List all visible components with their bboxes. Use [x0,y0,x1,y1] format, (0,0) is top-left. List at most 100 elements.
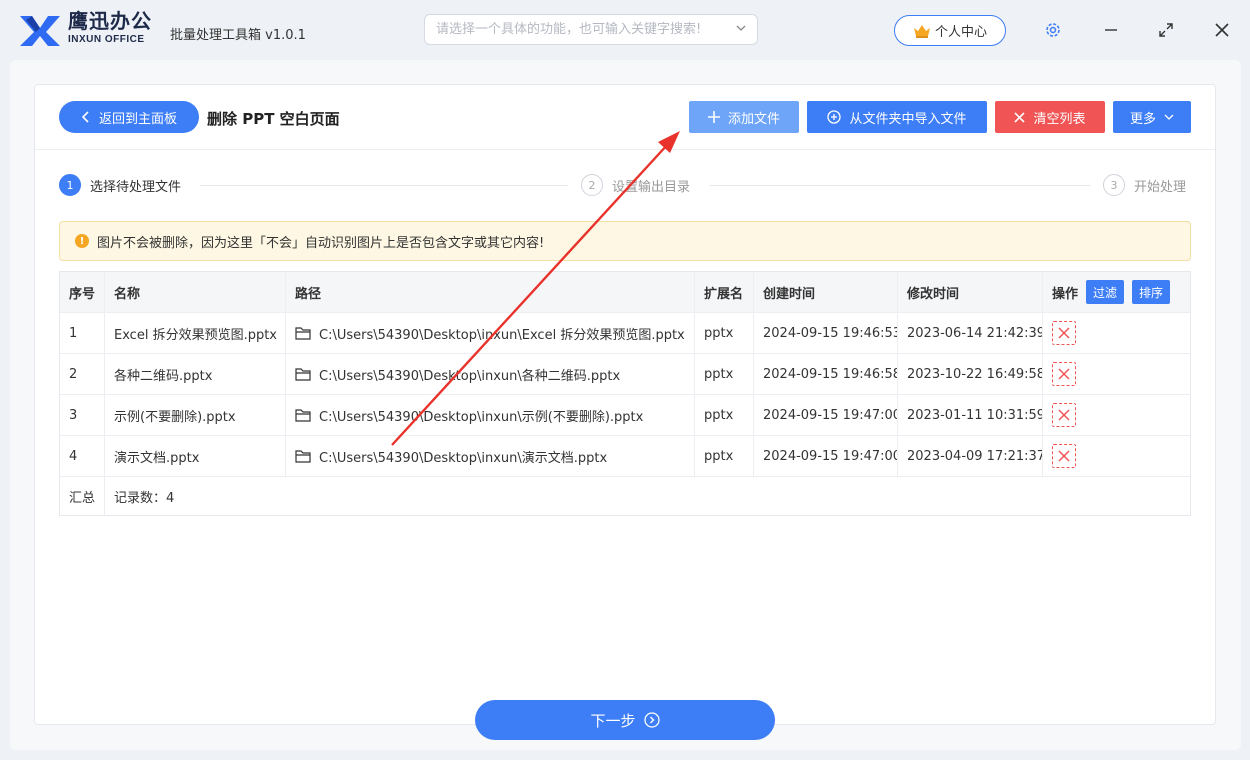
close-icon [1058,409,1070,421]
row-actions [1043,436,1190,476]
header-index: 序号 [60,272,105,312]
header-ext: 扩展名 [695,272,754,312]
row-path[interactable]: C:\Users\54390\Desktop\inxun\演示文档.pptx [286,436,695,476]
row-index: 2 [60,354,105,394]
more-label: 更多 [1129,111,1156,127]
arrow-right-circle-icon [643,712,660,728]
user-center-label: 个人中心 [934,25,987,40]
row-index: 1 [60,313,105,353]
row-created: 2024-09-15 19:46:53 [754,313,898,353]
header-name: 名称 [105,272,286,312]
chevron-left-icon [81,111,89,123]
step-connector [200,185,568,186]
row-path[interactable]: C:\Users\54390\Desktop\inxun\各种二维码.pptx [286,354,695,394]
search-box[interactable] [424,14,758,45]
delete-row-button[interactable] [1052,362,1076,386]
table-summary-row: 汇总 记录数：4 [60,477,1190,515]
row-modified: 2023-04-09 17:21:37 [898,436,1043,476]
folder-icon[interactable] [295,449,311,463]
header-path: 路径 [286,272,695,312]
row-ext: pptx [695,436,754,476]
table-header: 序号 名称 路径 扩展名 创建时间 修改时间 操作 过滤 排序 [60,272,1190,313]
back-to-main-button[interactable]: 返回到主面板 [59,101,199,133]
row-path-text: C:\Users\54390\Desktop\inxun\Excel 拆分效果预… [319,327,685,343]
header-modified: 修改时间 [898,272,1043,312]
close-icon [1058,327,1070,339]
row-path-text: C:\Users\54390\Desktop\inxun\各种二维码.pptx [319,368,621,384]
step-number: 2 [581,174,603,196]
row-modified: 2023-06-14 21:42:39 [898,313,1043,353]
close-icon [1058,368,1070,380]
gear-icon[interactable] [1044,21,1062,39]
folder-icon[interactable] [295,408,311,422]
app-logo-icon [20,16,60,46]
row-modified: 2023-10-22 16:49:58 [898,354,1043,394]
more-button[interactable]: 更多 [1113,101,1191,133]
search-input[interactable] [425,15,715,44]
add-file-button[interactable]: 添加文件 [689,101,799,133]
table-row: 3 示例(不要删除).pptx C:\Users\54390\Desktop\i… [60,395,1190,436]
header-actions: 操作 过滤 排序 [1043,272,1190,312]
maximize-icon[interactable] [1156,20,1176,40]
x-icon [1014,111,1026,123]
summary-label: 汇总 [60,477,105,515]
table-row: 1 Excel 拆分效果预览图.pptx C:\Users\54390\Desk… [60,313,1190,354]
table-row: 4 演示文档.pptx C:\Users\54390\Desktop\inxun… [60,436,1190,477]
step-label: 选择待处理文件 [90,179,182,195]
step-3: 3 开始处理 [1103,174,1186,196]
delete-row-button[interactable] [1052,403,1076,427]
row-ext: pptx [695,395,754,435]
chevron-down-icon [1164,114,1174,120]
delete-row-button[interactable] [1052,444,1076,468]
row-name: 各种二维码.pptx [105,354,286,394]
step-number: 3 [1103,174,1125,196]
next-step-button[interactable]: 下一步 [475,700,775,740]
clear-list-label: 清空列表 [1033,111,1086,127]
row-path-text: C:\Users\54390\Desktop\inxun\示例(不要删除).pp… [319,409,644,425]
step-2: 2 设置输出目录 [581,174,695,196]
row-index: 4 [60,436,105,476]
sort-button[interactable]: 排序 [1132,280,1171,304]
row-modified: 2023-01-11 10:31:59 [898,395,1043,435]
clear-list-button[interactable]: 清空列表 [995,101,1105,133]
minimize-icon[interactable] [1101,20,1121,40]
plus-circle-icon [827,110,842,124]
import-folder-label: 从文件夹中导入文件 [849,111,967,127]
header-actions-label: 操作 [1052,286,1079,302]
import-folder-button[interactable]: 从文件夹中导入文件 [807,101,987,133]
row-created: 2024-09-15 19:46:58 [754,354,898,394]
row-name: 示例(不要删除).pptx [105,395,286,435]
delete-row-button[interactable] [1052,321,1076,345]
user-center-button[interactable]: 个人中心 [894,15,1006,46]
file-table: 序号 名称 路径 扩展名 创建时间 修改时间 操作 过滤 排序 1 Excel … [59,271,1191,516]
warning-icon: ! [75,234,89,248]
notice-text: 图片不会被删除，因为这里「不会」自动识别图片上是否包含文字或其它内容! [97,235,545,251]
close-icon [1058,450,1070,462]
row-actions [1043,354,1190,394]
row-ext: pptx [695,313,754,353]
folder-icon[interactable] [295,326,311,340]
chevron-down-icon[interactable] [735,22,747,34]
folder-icon[interactable] [295,367,311,381]
add-file-label: 添加文件 [727,111,780,127]
logo-en: INXUN OFFICE [68,34,145,45]
crown-icon [913,24,930,38]
row-ext: pptx [695,354,754,394]
row-path[interactable]: C:\Users\54390\Desktop\inxun\Excel 拆分效果预… [286,313,695,353]
row-index: 3 [60,395,105,435]
row-actions [1043,313,1190,353]
close-icon[interactable] [1212,20,1232,40]
row-path-text: C:\Users\54390\Desktop\inxun\演示文档.pptx [319,450,608,466]
row-name: Excel 拆分效果预览图.pptx [105,313,286,353]
logo-cn: 鹰迅办公 [68,9,152,33]
step-connector [710,185,1090,186]
page-title: 删除 PPT 空白页面 [207,110,340,128]
next-step-label: 下一步 [590,711,636,730]
step-label: 开始处理 [1134,179,1187,195]
filter-button[interactable]: 过滤 [1086,280,1125,304]
notice-banner: ! 图片不会被删除，因为这里「不会」自动识别图片上是否包含文字或其它内容! [59,221,1191,261]
row-actions [1043,395,1190,435]
app-title: 批量处理工具箱 v1.0.1 [170,28,306,43]
step-label: 设置输出目录 [612,179,691,195]
row-path[interactable]: C:\Users\54390\Desktop\inxun\示例(不要删除).pp… [286,395,695,435]
